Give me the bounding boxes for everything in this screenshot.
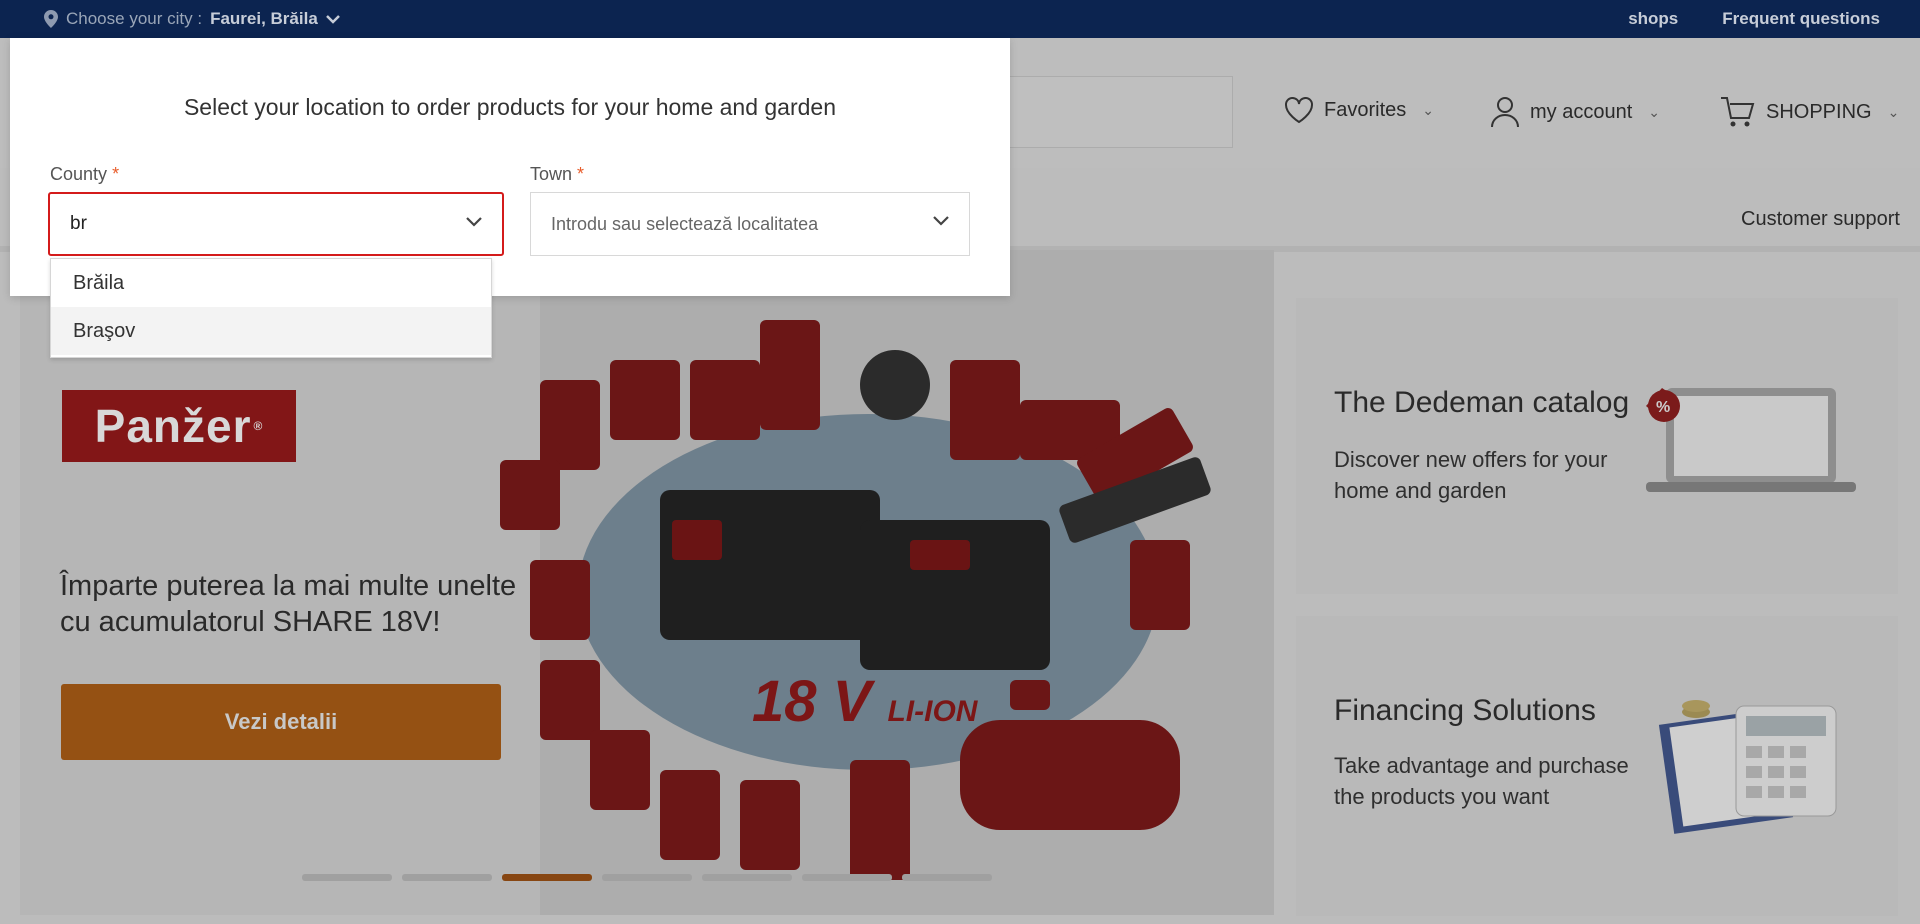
- tool-image: [1130, 540, 1190, 630]
- cart-icon: [1721, 97, 1755, 127]
- voltage-suffix: LI-ION: [887, 695, 978, 728]
- catalog-laptop-icon: %: [1646, 388, 1856, 492]
- county-select[interactable]: br: [48, 192, 504, 256]
- account-menu[interactable]: my account ⌄: [1490, 96, 1660, 128]
- customer-support-link[interactable]: Customer support: [1741, 208, 1900, 231]
- tool-image: [740, 780, 800, 870]
- carousel-dot-active[interactable]: [502, 874, 592, 881]
- county-dropdown: Brăila Braşov: [50, 258, 492, 358]
- required-mark: *: [577, 164, 585, 184]
- battery-image: [660, 490, 880, 640]
- heart-icon: [1285, 97, 1313, 124]
- town-placeholder[interactable]: Introdu sau selectează localitatea: [551, 214, 818, 235]
- search-input[interactable]: [1010, 76, 1233, 148]
- chevron-down-icon: [933, 216, 949, 226]
- chevron-down-icon: [466, 217, 482, 227]
- tool-image: [540, 380, 600, 470]
- favorites-menu[interactable]: Favorites ⌄: [1284, 96, 1434, 124]
- financing-text: Take advantage and purchase the products…: [1334, 753, 1629, 809]
- county-option-braila[interactable]: Brăila: [51, 259, 491, 307]
- tool-image: [530, 560, 590, 640]
- chevron-down-icon: ⌄: [1648, 103, 1660, 120]
- town-label-text: Town: [530, 164, 573, 184]
- tool-image: [660, 770, 720, 860]
- tool-image: [690, 360, 760, 440]
- faq-link[interactable]: Frequent questions: [1722, 9, 1880, 29]
- town-select[interactable]: Introdu sau selectează localitatea: [530, 192, 970, 256]
- panzer-logo: Panžer ®: [62, 390, 296, 462]
- city-prefix: Choose your city :: [66, 9, 203, 28]
- lawnmower-image: [960, 720, 1180, 830]
- chevron-down-icon: [325, 15, 340, 24]
- tool-image: [760, 320, 820, 430]
- favorites-label: Favorites: [1324, 98, 1407, 121]
- top-bar: Choose your city : Faurei, Brăila shops …: [0, 0, 1920, 38]
- location-pin-icon: [44, 10, 58, 28]
- town-label: Town *: [530, 164, 584, 185]
- carousel-dot[interactable]: [902, 874, 992, 881]
- user-icon: [1491, 97, 1519, 128]
- carousel-dot[interactable]: [302, 874, 392, 881]
- carousel-dot[interactable]: [702, 874, 792, 881]
- county-label: County *: [50, 164, 119, 185]
- svg-text:%: %: [1656, 399, 1670, 416]
- financing-card[interactable]: Financing Solutions Take advantage and p…: [1296, 616, 1898, 916]
- city-selector[interactable]: Choose your city : Faurei, Brăila: [44, 0, 340, 38]
- tool-image: [540, 660, 600, 740]
- financing-title: Financing Solutions: [1334, 694, 1596, 727]
- chevron-down-icon: ⌄: [1422, 101, 1434, 118]
- registered-mark: ®: [253, 419, 264, 433]
- battery-image: [860, 520, 1050, 670]
- tool-image: [860, 350, 930, 420]
- cart-menu[interactable]: SHOPPING ⌄: [1720, 96, 1899, 128]
- tool-image: [950, 360, 1020, 460]
- carousel-dot[interactable]: [602, 874, 692, 881]
- cart-label: SHOPPING: [1766, 100, 1872, 123]
- tool-image: [850, 760, 910, 880]
- catalog-text: Discover new offers for your home and ga…: [1334, 447, 1608, 503]
- city-value: Faurei, Brăila: [210, 9, 318, 28]
- carousel-dots: [302, 874, 992, 881]
- promo-text: Împarte puterea la mai multe unelte cu a…: [60, 570, 517, 638]
- county-label-text: County: [50, 164, 108, 184]
- carousel-dot[interactable]: [802, 874, 892, 881]
- county-option-brasov[interactable]: Braşov: [51, 307, 491, 355]
- account-label: my account: [1530, 100, 1633, 123]
- tool-image: [500, 460, 560, 530]
- required-mark: *: [112, 164, 120, 184]
- catalog-card[interactable]: The Dedeman catalog Discover new offers …: [1296, 298, 1898, 594]
- tool-image: [610, 360, 680, 440]
- details-button[interactable]: Vezi detalii: [61, 684, 501, 760]
- modal-title: Select your location to order products f…: [183, 94, 837, 120]
- carousel-dot[interactable]: [402, 874, 492, 881]
- tool-image: [1010, 680, 1050, 710]
- county-input[interactable]: br: [70, 213, 87, 235]
- catalog-title: The Dedeman catalog: [1334, 386, 1630, 419]
- tool-image: [590, 730, 650, 810]
- chevron-down-icon: ⌄: [1887, 103, 1900, 120]
- brand-name: Panžer: [94, 400, 252, 452]
- voltage-label: 18 V LI-ION: [752, 668, 977, 735]
- shops-link[interactable]: shops: [1628, 9, 1678, 29]
- calculator-icon: [1658, 700, 1837, 834]
- voltage-value: 18 V: [752, 669, 872, 734]
